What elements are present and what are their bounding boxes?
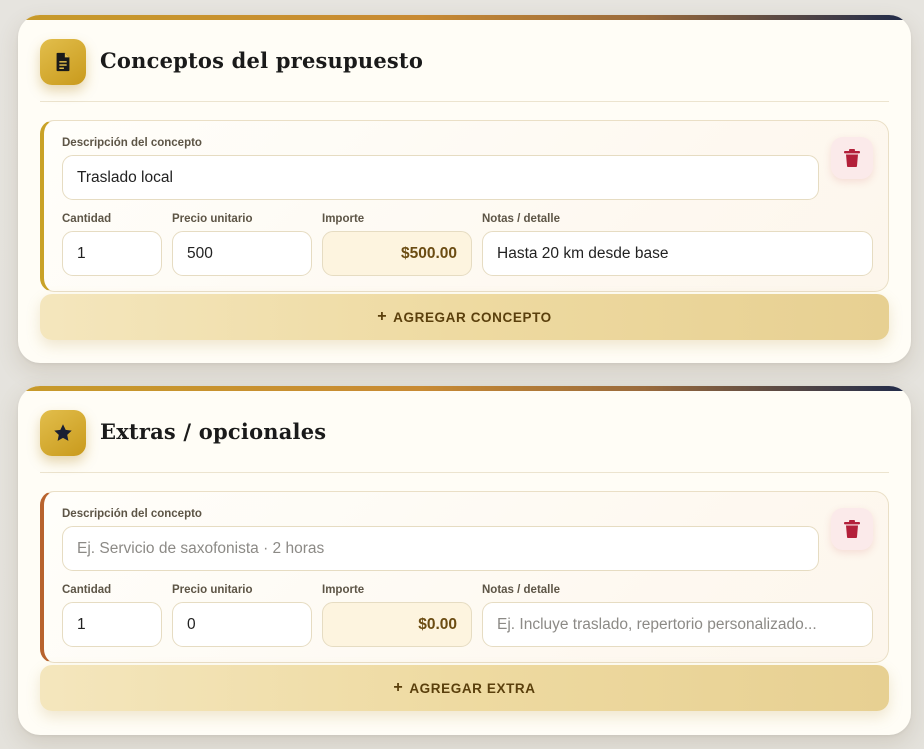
notes-label: Notas / detalle [482,213,560,225]
delete-extra-button[interactable] [831,508,873,550]
unit-price-label: Precio unitario [172,213,253,225]
add-extra-label: AGREGAR EXTRA [409,680,536,696]
notes-input[interactable]: Ej. Incluye traslado, repertorio persona… [482,602,873,647]
description-input[interactable]: Ej. Servicio de saxofonista · 2 horas [62,526,819,571]
add-concept-label: AGREGAR CONCEPTO [393,309,552,325]
quantity-label: Cantidad [62,213,112,225]
section-title: Conceptos del presupuesto [100,48,424,73]
amount-value: $0.00 [322,602,472,647]
quantity-label: Cantidad [62,584,112,596]
document-icon [40,39,86,85]
delete-concept-button[interactable] [831,137,873,179]
concepts-section: Conceptos del presupuesto Descripción de… [18,15,911,363]
notes-input[interactable]: Hasta 20 km desde base [482,231,873,276]
section-header: Conceptos del presupuesto [40,39,889,102]
amount-value: $500.00 [322,231,472,276]
add-extra-button[interactable]: + AGREGAR EXTRA [40,665,889,711]
description-input[interactable]: Traslado local [62,155,819,200]
extra-item: Descripción del concepto Ej. Servicio de… [40,491,889,663]
description-label: Descripción del concepto [62,137,202,149]
notes-label: Notas / detalle [482,584,560,596]
concept-item: Descripción del concepto Traslado local … [40,120,889,292]
trash-icon [844,149,860,167]
add-concept-button[interactable]: + AGREGAR CONCEPTO [40,294,889,340]
unit-price-input[interactable]: 500 [172,231,312,276]
amount-label: Importe [322,584,365,596]
amount-label: Importe [322,213,365,225]
trash-icon [844,520,860,538]
star-icon [40,410,86,456]
description-label: Descripción del concepto [62,508,202,520]
plus-icon: + [393,679,404,696]
section-title: Extras / opcionales [100,419,327,444]
extras-section: Extras / opcionales Descripción del conc… [18,386,911,735]
quantity-input[interactable]: 1 [62,602,162,647]
plus-icon: + [377,308,388,325]
section-header: Extras / opcionales [40,410,889,473]
unit-price-input[interactable]: 0 [172,602,312,647]
unit-price-label: Precio unitario [172,584,253,596]
quantity-input[interactable]: 1 [62,231,162,276]
